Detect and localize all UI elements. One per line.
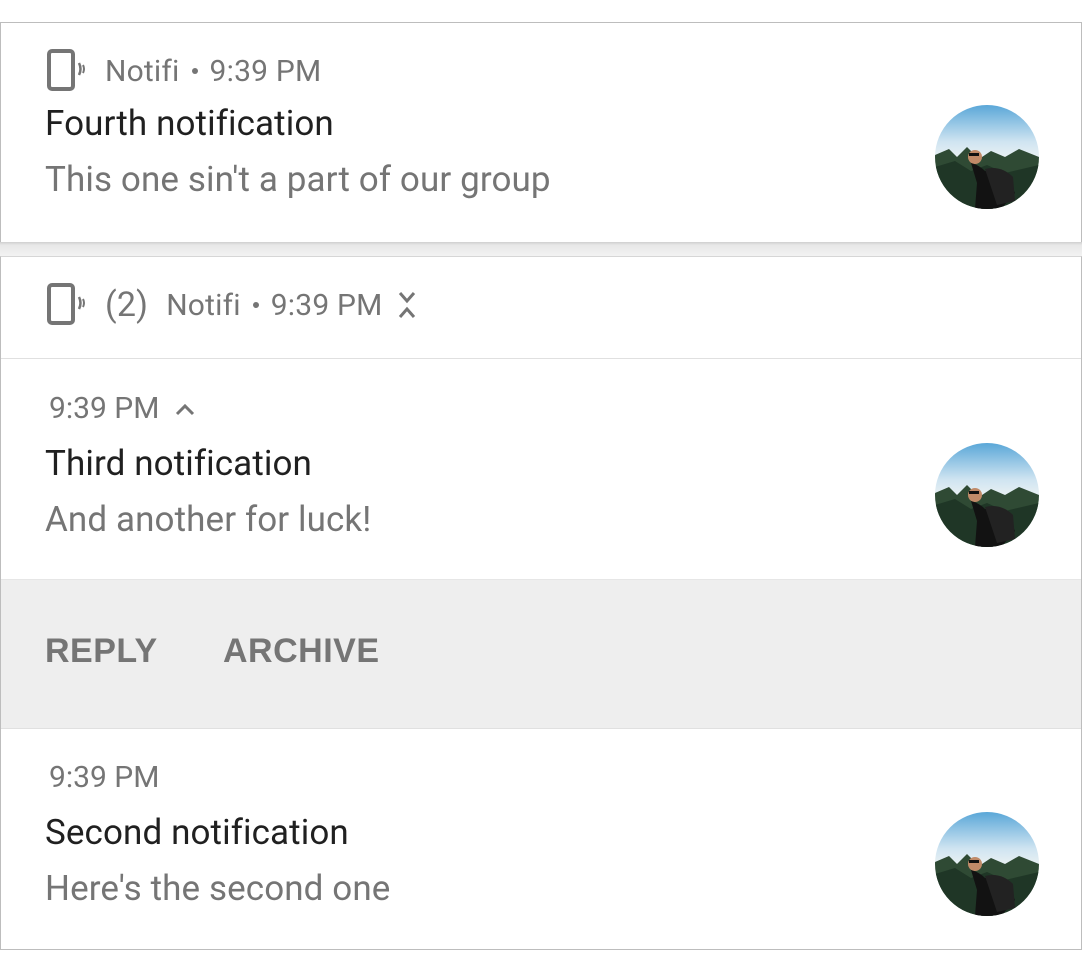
notification-header: Notifi 9:39 PM (47, 49, 321, 93)
group-divider (1, 358, 1081, 359)
child-header: 9:39 PM (49, 391, 195, 426)
archive-button[interactable]: ARCHIVE (223, 632, 380, 671)
notification-title: Fourth notification (45, 103, 334, 144)
avatar (935, 812, 1039, 916)
notification-group-card[interactable]: (2) Notifi 9:39 PM 9:39 PM Third notific… (0, 256, 1082, 950)
app-name: Notifi (166, 287, 241, 323)
notification-text: This one sin't a part of our group (45, 159, 551, 200)
notification-time: 9:39 PM (209, 53, 322, 89)
notification-text: Here's the second one (45, 868, 391, 909)
notification-card-fourth[interactable]: Notifi 9:39 PM Fourth notification This … (0, 22, 1082, 244)
reply-button[interactable]: REPLY (45, 632, 158, 671)
notification-time: 9:39 PM (49, 760, 160, 795)
phone-vibrate-icon (47, 49, 87, 93)
group-count: (2) (105, 285, 149, 325)
card-divider (0, 242, 1082, 256)
separator-dot (191, 68, 198, 74)
group-header[interactable]: (2) Notifi 9:39 PM (47, 283, 417, 327)
avatar (935, 105, 1039, 209)
chevron-up-icon[interactable] (175, 402, 195, 416)
notification-actions: REPLY ARCHIVE (1, 579, 1081, 729)
notification-title: Second notification (45, 812, 349, 853)
notification-text: And another for luck! (45, 499, 372, 540)
notification-title: Third notification (45, 443, 312, 484)
collapse-icon[interactable] (397, 291, 417, 319)
child-header: 9:39 PM (49, 760, 159, 795)
separator-dot (252, 302, 259, 308)
app-name: Notifi (105, 53, 180, 89)
notification-time: 9:39 PM (49, 391, 160, 426)
avatar (935, 443, 1039, 547)
phone-vibrate-icon (47, 283, 87, 327)
group-time: 9:39 PM (270, 287, 383, 323)
